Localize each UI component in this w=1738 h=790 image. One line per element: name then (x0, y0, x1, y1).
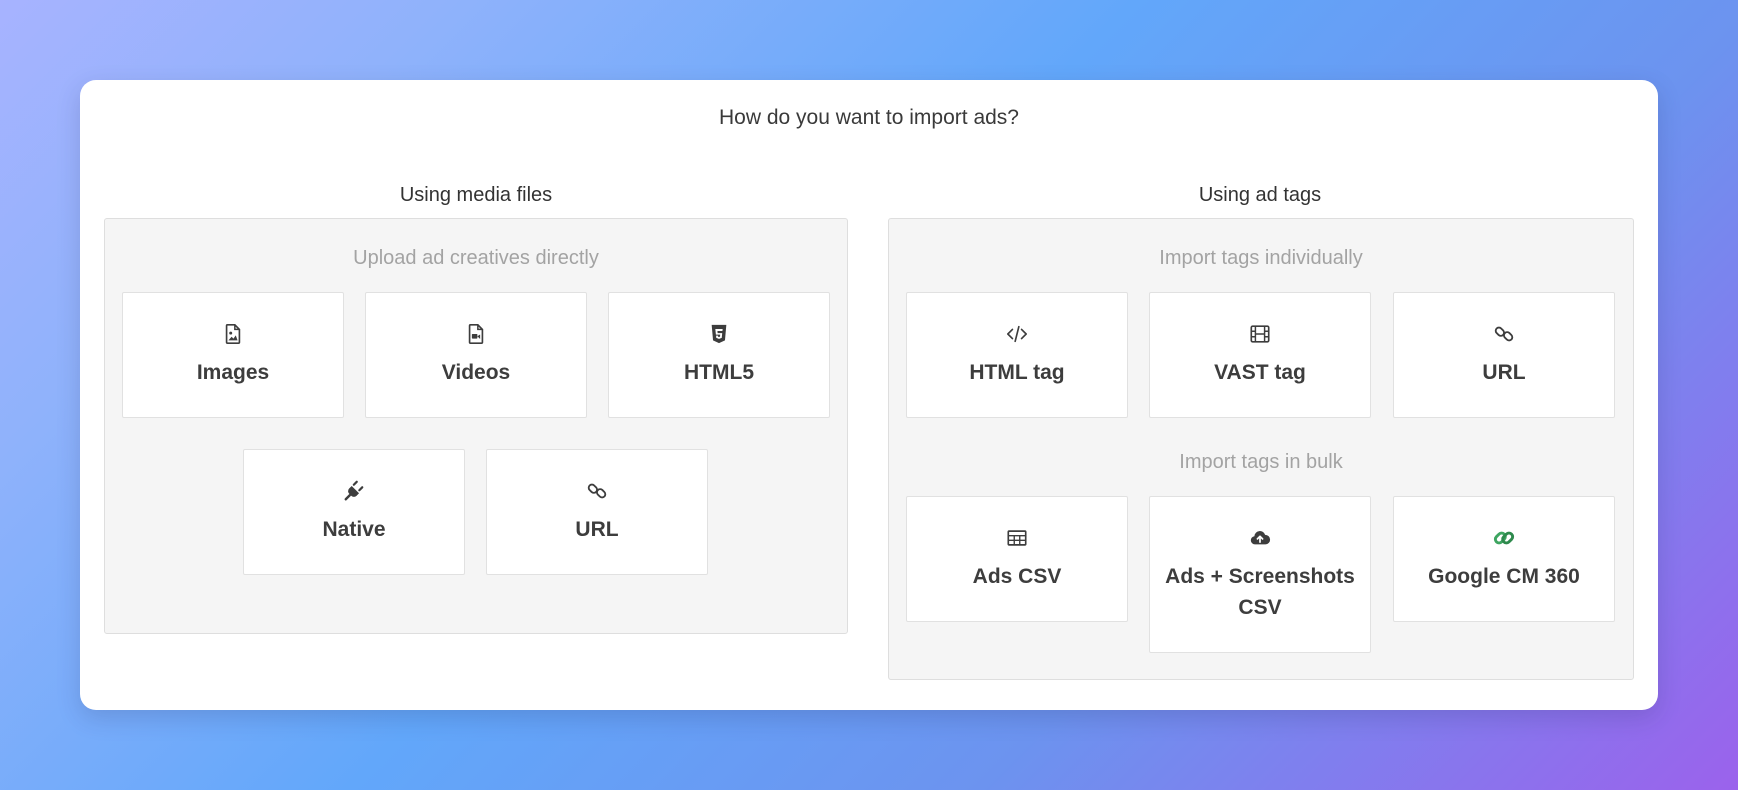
google-cm360-option[interactable]: Google CM 360 (1393, 496, 1615, 622)
videos-option[interactable]: Videos (365, 292, 587, 418)
link-icon (1394, 323, 1614, 345)
native-option[interactable]: Native (243, 449, 465, 575)
image-file-icon (123, 323, 343, 345)
cloud-upload-icon (1150, 527, 1370, 549)
bulk-subheading: Import tags in bulk (1179, 451, 1343, 473)
code-icon (907, 323, 1127, 345)
images-option[interactable]: Images (122, 292, 344, 418)
ads-csv-option-label: Ads CSV (972, 565, 1062, 588)
tag-url-option-label: URL (1482, 361, 1526, 384)
html5-option[interactable]: HTML5 (608, 292, 830, 418)
images-option-label: Images (196, 361, 270, 384)
html5-option-label: HTML5 (684, 361, 754, 384)
html-tag-option-label: HTML tag (969, 361, 1065, 384)
ad-tags-panel: Import tags individually HTML tag VAST t… (888, 218, 1634, 680)
vast-tag-option[interactable]: VAST tag (1149, 292, 1371, 418)
video-file-icon (366, 323, 586, 345)
page-title: How do you want to import ads? (719, 106, 1019, 129)
film-icon (1150, 323, 1370, 345)
ads-screenshots-csv-option[interactable]: Ads + Screenshots CSV (1149, 496, 1371, 653)
table-icon (907, 527, 1127, 549)
videos-option-label: Videos (441, 361, 511, 384)
google-cm360-icon (1394, 527, 1614, 549)
tag-url-option[interactable]: URL (1393, 292, 1615, 418)
vast-tag-option-label: VAST tag (1214, 361, 1306, 384)
media-url-option[interactable]: URL (486, 449, 708, 575)
import-ads-card: How do you want to import ads? Using med… (80, 80, 1658, 710)
native-option-label: Native (322, 518, 386, 541)
media-url-option-label: URL (575, 518, 619, 541)
ads-screenshots-csv-option-label: Ads + Screenshots CSV (1165, 565, 1355, 619)
link-icon (487, 480, 707, 502)
individual-subheading: Import tags individually (1159, 247, 1363, 269)
html-tag-option[interactable]: HTML tag (906, 292, 1128, 418)
media-section-title: Using media files (399, 184, 553, 206)
google-cm360-option-label: Google CM 360 (1428, 565, 1580, 588)
ads-csv-option[interactable]: Ads CSV (906, 496, 1128, 622)
html5-icon (609, 323, 829, 345)
upload-subheading: Upload ad creatives directly (353, 247, 599, 269)
media-files-panel: Upload ad creatives directly Images Vide… (104, 218, 848, 634)
tags-section-title: Using ad tags (1198, 184, 1322, 206)
plug-icon (244, 480, 464, 502)
